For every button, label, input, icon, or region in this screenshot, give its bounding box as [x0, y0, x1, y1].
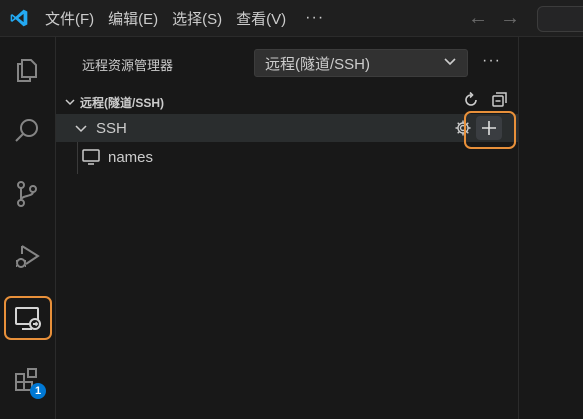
menu-selection[interactable]: 选择(S)	[165, 0, 229, 36]
vscode-logo-icon	[0, 0, 38, 36]
sidebar-header: 远程资源管理器 远程(隧道/SSH) ···	[56, 49, 518, 79]
chevron-down-icon	[74, 121, 88, 135]
monitor-icon	[82, 149, 100, 165]
section-title: 远程(隧道/SSH)	[80, 95, 165, 110]
menu-file[interactable]: 文件(F)	[38, 0, 101, 36]
tree-item-ssh[interactable]: SSH	[56, 114, 518, 142]
menu-edit[interactable]: 编辑(E)	[101, 0, 165, 36]
chevron-down-icon	[443, 54, 457, 73]
menu-view[interactable]: 查看(V)	[229, 0, 293, 36]
remote-explorer-icon[interactable]	[4, 296, 52, 340]
source-control-icon[interactable]	[8, 175, 46, 213]
sidebar-more-button[interactable]: ···	[482, 52, 501, 70]
extensions-icon[interactable]: 1	[8, 361, 46, 399]
search-icon[interactable]	[8, 112, 46, 150]
chevron-down-icon	[64, 96, 76, 108]
title-bar: 文件(F) 编辑(E) 选择(S) 查看(V) ··· ← →	[0, 0, 583, 37]
command-center-search[interactable]	[537, 6, 583, 32]
tree-item-host-label: names	[108, 148, 154, 166]
remote-explorer-sidebar: 远程资源管理器 远程(隧道/SSH) ··· 远程(隧道/SSH) SSH na…	[56, 37, 519, 419]
remote-type-select-value: 远程(隧道/SSH)	[265, 55, 371, 73]
remote-type-select[interactable]: 远程(隧道/SSH)	[254, 49, 468, 77]
tree-item-ssh-label: SSH	[96, 119, 127, 137]
back-arrow-icon[interactable]: ←	[468, 8, 488, 28]
explorer-icon[interactable]	[8, 51, 46, 89]
activity-bar: 1	[0, 37, 56, 419]
extensions-badge: 1	[30, 383, 46, 399]
add-button-highlight	[464, 111, 516, 149]
sidebar-title: 远程资源管理器	[82, 58, 174, 73]
run-debug-icon[interactable]	[8, 237, 46, 275]
tree-item-host[interactable]: names	[56, 145, 518, 169]
forward-arrow-icon[interactable]: →	[500, 8, 520, 28]
section-header-tunnels-ssh[interactable]: 远程(隧道/SSH)	[56, 91, 518, 113]
menu-more-button[interactable]: ···	[293, 0, 336, 36]
